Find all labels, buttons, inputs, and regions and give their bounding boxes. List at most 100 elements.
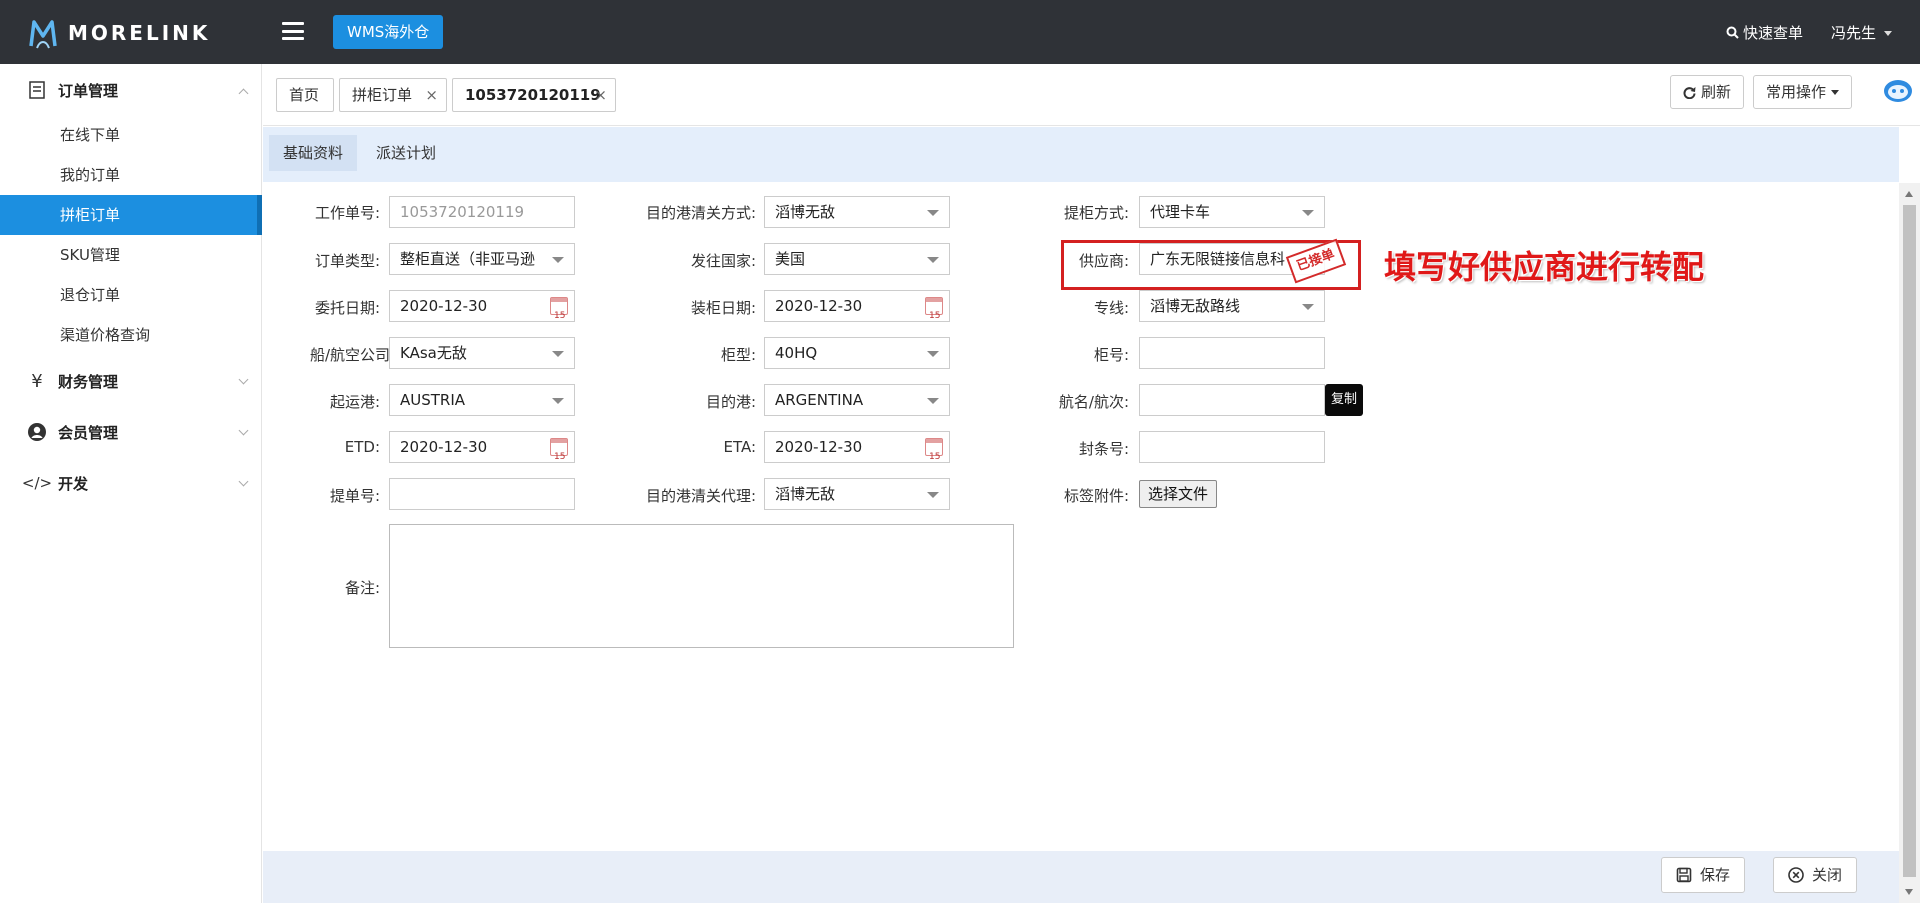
sidebar-section-orders[interactable]: 订单管理 xyxy=(0,70,262,110)
scroll-thumb[interactable] xyxy=(1903,205,1916,877)
line-select[interactable]: 滔博无敌路线 xyxy=(1139,290,1325,322)
tab-home[interactable]: 首页 xyxy=(276,78,334,112)
scroll-down-icon[interactable] xyxy=(1905,889,1913,895)
clearance-select[interactable]: 滔博无敌 xyxy=(764,196,950,228)
sidebar-section-label: 订单管理 xyxy=(58,81,119,100)
bl-input[interactable] xyxy=(389,478,575,510)
close-icon[interactable]: × xyxy=(594,79,607,111)
copy-button[interactable]: 复制 xyxy=(1325,384,1363,416)
eta-input[interactable]: 2020-12-30 xyxy=(764,431,950,463)
sidebar-item-my-orders[interactable]: 我的订单 xyxy=(0,155,262,195)
entrust-date-input[interactable]: 2020-12-30 xyxy=(389,290,575,322)
form-footer xyxy=(263,851,1899,903)
scrollbar[interactable] xyxy=(1899,183,1920,903)
sidebar-section-label: 财务管理 xyxy=(58,372,119,391)
sidebar-section-label: 开发 xyxy=(58,474,89,493)
load-date-value: 2020-12-30 xyxy=(775,297,863,315)
pol-label: 起运港: xyxy=(329,393,380,411)
container-type-label: 柜型: xyxy=(720,346,756,364)
chevron-down-icon xyxy=(238,425,249,436)
remark-label: 备注: xyxy=(344,579,380,597)
sidebar-item-online-order[interactable]: 在线下单 xyxy=(0,115,262,155)
pickup-method-label: 提柜方式: xyxy=(1063,204,1129,222)
pol-select[interactable]: AUSTRIA xyxy=(389,384,575,416)
work-no-label: 工作单号: xyxy=(314,204,380,222)
order-type-label: 订单类型: xyxy=(314,252,380,270)
calendar-icon[interactable] xyxy=(550,438,568,462)
container-no-input[interactable] xyxy=(1139,337,1325,369)
sidebar-item-sku[interactable]: SKU管理 xyxy=(0,235,262,275)
tab-basic-info[interactable]: 基础资料 xyxy=(269,135,358,171)
calendar-icon[interactable] xyxy=(925,438,943,462)
save-icon xyxy=(1676,867,1692,883)
chevron-down-icon xyxy=(1831,89,1840,95)
chevron-down-icon xyxy=(238,476,249,487)
brand-logo[interactable]: MORELINK xyxy=(28,14,210,52)
pod-select[interactable]: ARGENTINA xyxy=(764,384,950,416)
chevron-down-icon xyxy=(1884,31,1893,36)
refresh-label: 刷新 xyxy=(1701,83,1732,101)
sub-tab-bar: 基础资料 派送计划 xyxy=(263,127,1899,182)
user-name: 冯先生 xyxy=(1831,24,1877,42)
carrier-select[interactable]: KAsa无敌 xyxy=(389,337,575,369)
seal-no-input[interactable] xyxy=(1139,431,1325,463)
calendar-icon[interactable] xyxy=(550,297,568,321)
yen-icon: ¥ xyxy=(31,370,43,392)
sidebar-section-dev[interactable]: </> 开发 xyxy=(0,463,262,503)
tab-delivery-plan[interactable]: 派送计划 xyxy=(362,135,450,171)
carrier-label: 船/航空公司 xyxy=(309,346,390,364)
sidebar-item-lcl-orders[interactable]: 拼柜订单 xyxy=(0,195,262,235)
sidebar-section-members[interactable]: 会员管理 xyxy=(0,412,262,452)
sidebar-item-channel-price[interactable]: 渠道价格查询 xyxy=(0,315,262,355)
close-button[interactable]: 关闭 xyxy=(1773,857,1858,893)
sidebar: 订单管理 在线下单 我的订单 拼柜订单 SKU管理 退仓订单 渠道价格查询 ¥ … xyxy=(0,64,262,903)
chevron-up-icon xyxy=(238,88,249,99)
scroll-up-icon[interactable] xyxy=(1905,191,1913,197)
voyage-label: 航名/航次: xyxy=(1058,393,1129,411)
refresh-button[interactable]: 刷新 xyxy=(1670,75,1745,109)
close-circle-icon xyxy=(1788,867,1804,883)
line-label: 专线: xyxy=(1093,299,1129,317)
tab-order-detail[interactable]: 1053720120119 × xyxy=(452,78,616,112)
choose-file-button[interactable]: 选择文件 xyxy=(1139,480,1218,508)
brand-name: MORELINK xyxy=(68,21,211,45)
sidebar-section-finance[interactable]: ¥ 财务管理 xyxy=(0,361,262,401)
clearance-agent-label: 目的港清关代理: xyxy=(645,487,756,505)
country-label: 发往国家: xyxy=(690,252,756,270)
clearance-agent-select[interactable]: 滔博无敌 xyxy=(764,478,950,510)
save-button[interactable]: 保存 xyxy=(1661,857,1746,893)
quick-search-link[interactable]: 快速查单 xyxy=(1726,22,1803,43)
sidebar-item-return-orders[interactable]: 退仓订单 xyxy=(0,275,262,315)
user-icon xyxy=(26,421,48,443)
wms-warehouse-button[interactable]: WMS海外仓 xyxy=(333,15,444,49)
work-no-input[interactable]: 1053720120119 xyxy=(389,196,575,228)
tab-lcl-orders[interactable]: 拼柜订单 × xyxy=(339,78,447,112)
close-label: 关闭 xyxy=(1812,866,1843,884)
robot-assistant-icon[interactable] xyxy=(1883,76,1913,108)
menu-toggle-icon[interactable] xyxy=(282,22,304,40)
sidebar-section-label: 会员管理 xyxy=(58,423,119,442)
search-icon xyxy=(1726,26,1739,39)
load-date-input[interactable]: 2020-12-30 xyxy=(764,290,950,322)
container-type-select[interactable]: 40HQ xyxy=(764,337,950,369)
eta-label: ETA: xyxy=(723,438,756,456)
voyage-input[interactable] xyxy=(1139,384,1325,416)
country-select[interactable]: 美国 xyxy=(764,243,950,275)
order-type-select[interactable]: 整柜直送（非亚马逊 xyxy=(389,243,575,275)
tab-label: 拼柜订单 xyxy=(352,86,413,104)
bl-label: 提单号: xyxy=(329,487,380,505)
close-icon[interactable]: × xyxy=(425,79,438,111)
morelink-logo-icon xyxy=(29,20,57,49)
remark-textarea[interactable] xyxy=(389,524,1014,648)
etd-value: 2020-12-30 xyxy=(400,438,488,456)
container-no-label: 柜号: xyxy=(1093,346,1129,364)
save-label: 保存 xyxy=(1700,866,1731,884)
etd-input[interactable]: 2020-12-30 xyxy=(389,431,575,463)
common-ops-dropdown[interactable]: 常用操作 xyxy=(1753,75,1853,109)
pod-label: 目的港: xyxy=(705,393,756,411)
user-menu[interactable]: 冯先生 xyxy=(1831,22,1893,43)
pickup-method-select[interactable]: 代理卡车 xyxy=(1139,196,1325,228)
calendar-icon[interactable] xyxy=(925,297,943,321)
quick-search-label: 快速查单 xyxy=(1743,24,1804,42)
seal-no-label: 封条号: xyxy=(1078,440,1129,458)
